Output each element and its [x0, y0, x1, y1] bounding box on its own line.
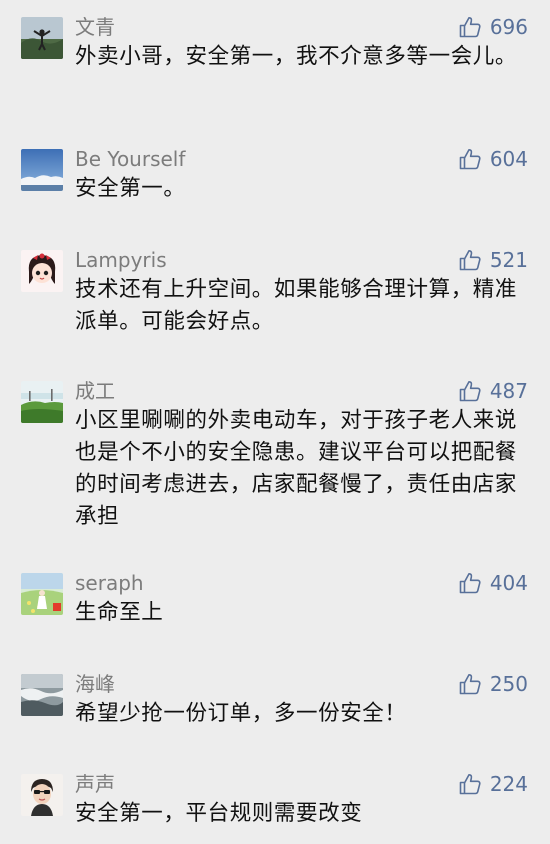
comment-author[interactable]: Lampyris: [75, 247, 167, 273]
comment-text: 生命至上: [75, 600, 164, 625]
thumbs-up-icon: [458, 15, 482, 39]
comment-text: 安全第一。: [75, 176, 186, 201]
like-button[interactable]: 487: [458, 378, 528, 404]
sea-waves-avatar[interactable]: [21, 674, 63, 716]
like-count: 224: [489, 772, 528, 796]
like-count: 521: [489, 248, 528, 272]
like-button[interactable]: 224: [458, 771, 528, 797]
landscape-avatar[interactable]: [21, 17, 63, 59]
like-button[interactable]: 404: [458, 570, 528, 596]
like-button[interactable]: 696: [458, 14, 528, 40]
thumbs-up-icon: [458, 772, 482, 796]
thumbs-up-icon: [458, 379, 482, 403]
comment-author[interactable]: 海峰: [75, 671, 115, 697]
comment-text: 希望少抢一份订单，多一份安全！: [75, 701, 407, 726]
like-count: 404: [489, 571, 528, 595]
comment-text: 外卖小哥，安全第一，我不介意多等一会儿。: [75, 44, 518, 69]
like-count: 604: [489, 147, 528, 171]
like-count: 696: [489, 15, 528, 39]
like-button[interactable]: 521: [458, 247, 528, 273]
thumbs-up-icon: [458, 672, 482, 696]
like-button[interactable]: 604: [458, 146, 528, 172]
comment-author[interactable]: seraph: [75, 570, 144, 596]
like-count: 487: [489, 379, 528, 403]
cartoon-girl-avatar[interactable]: [21, 250, 63, 292]
green-field-avatar[interactable]: [21, 381, 63, 423]
comment-author[interactable]: 文青: [75, 14, 115, 40]
comment-author[interactable]: Be Yourself: [75, 146, 185, 172]
child-avatar[interactable]: [21, 774, 63, 816]
comment-author[interactable]: 成工: [75, 378, 115, 404]
thumbs-up-icon: [458, 571, 482, 595]
thumbs-up-icon: [458, 248, 482, 272]
comment-text: 安全第一，平台规则需要改变: [75, 801, 363, 826]
comment-text: 小区里唰唰的外卖电动车，对于孩子老人来说也是个不小的安全隐患。建议平台可以把配餐…: [75, 408, 518, 529]
comment-text: 技术还有上升空间。如果能够合理计算，精准派单。可能会好点。: [75, 277, 518, 334]
thumbs-up-icon: [458, 147, 482, 171]
like-count: 250: [489, 672, 528, 696]
sky-avatar[interactable]: [21, 149, 63, 191]
comment-author[interactable]: 声声: [75, 771, 115, 797]
like-button[interactable]: 250: [458, 671, 528, 697]
flower-avatar[interactable]: [21, 573, 63, 615]
